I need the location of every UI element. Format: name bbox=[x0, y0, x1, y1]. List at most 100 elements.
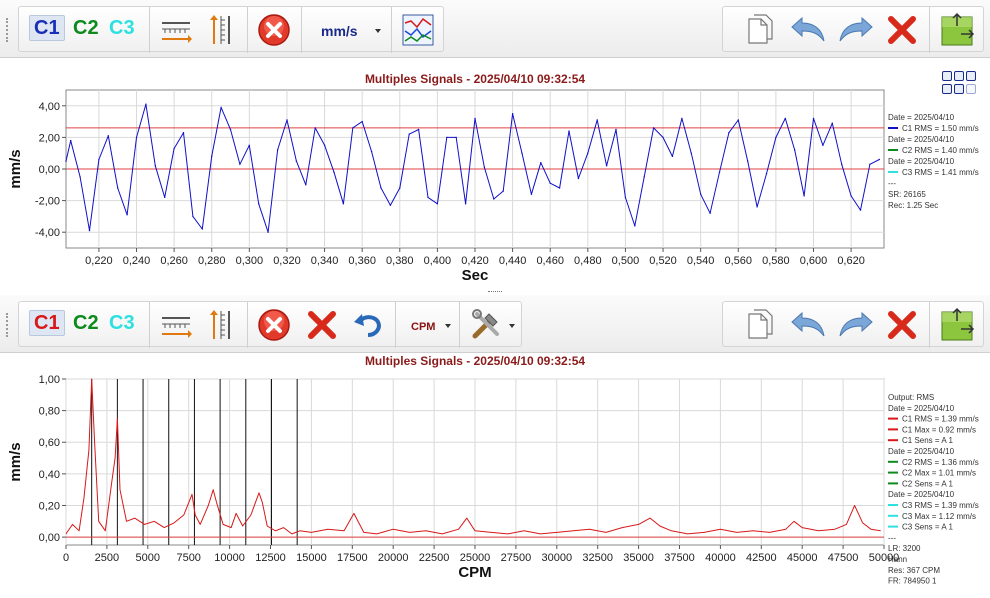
toolbar-grip[interactable] bbox=[6, 18, 12, 42]
chart-zoom-controls bbox=[942, 71, 982, 97]
data-point bbox=[521, 152, 523, 154]
chevron-down-icon bbox=[445, 324, 451, 328]
copy-button[interactable] bbox=[741, 11, 779, 49]
data-point bbox=[417, 128, 420, 131]
multi-signal-button[interactable] bbox=[399, 11, 437, 49]
legend-entry: Res: 367 CPM bbox=[888, 566, 940, 575]
data-point bbox=[530, 193, 533, 195]
toolbar-right-group bbox=[722, 6, 984, 53]
unit-dropdown[interactable]: CPM bbox=[411, 321, 435, 333]
y-tick-label: 0,80 bbox=[39, 406, 60, 418]
legend-entry: Date = 2025/04/10 bbox=[888, 447, 955, 456]
data-point bbox=[662, 136, 664, 139]
undo-button[interactable] bbox=[787, 306, 829, 344]
data-point bbox=[248, 144, 250, 146]
data-point bbox=[145, 103, 147, 105]
y-tick-label: 4,00 bbox=[39, 101, 60, 113]
data-point bbox=[164, 196, 166, 199]
data-point bbox=[295, 160, 298, 162]
zoom-out-icon[interactable] bbox=[954, 84, 964, 94]
data-point bbox=[323, 144, 326, 146]
export-button[interactable] bbox=[937, 306, 977, 344]
channel-c3-button[interactable]: C3 bbox=[109, 312, 135, 335]
data-point bbox=[577, 177, 580, 180]
x-tick-label: 0,280 bbox=[198, 255, 226, 267]
data-point bbox=[408, 133, 410, 135]
y-scale-button[interactable] bbox=[203, 306, 241, 344]
data-point bbox=[878, 158, 880, 161]
spectrum-chart[interactable]: Multiples Signals - 2025/04/10 09:32:54 0… bbox=[0, 353, 990, 598]
unit-dropdown[interactable]: mm/s bbox=[321, 23, 358, 39]
x-tick-label: 0,480 bbox=[574, 255, 602, 267]
x-tick-label: 0,320 bbox=[273, 255, 301, 267]
copy-button[interactable] bbox=[741, 306, 779, 344]
toolbar-grip[interactable] bbox=[6, 313, 12, 337]
delete-button[interactable] bbox=[883, 306, 921, 344]
data-point bbox=[549, 182, 551, 184]
zoom-reset-icon[interactable] bbox=[966, 84, 976, 94]
redo-button[interactable] bbox=[835, 306, 877, 344]
x-tick-label: 0,360 bbox=[348, 255, 376, 267]
data-point bbox=[765, 173, 768, 175]
channel-c3-button[interactable]: C3 bbox=[109, 17, 135, 40]
x-tick-label: 15000 bbox=[296, 552, 327, 564]
data-point bbox=[511, 113, 514, 115]
data-point bbox=[427, 196, 429, 199]
data-point bbox=[286, 119, 288, 121]
data-point bbox=[211, 155, 213, 158]
zoom-in-icon[interactable] bbox=[942, 84, 952, 94]
legend-entry: C1 RMS = 1.39 mm/s bbox=[902, 415, 979, 424]
data-point bbox=[643, 176, 645, 178]
x-tick-label: 0,240 bbox=[123, 255, 151, 267]
redo-icon bbox=[839, 311, 873, 337]
export-button[interactable] bbox=[937, 11, 977, 49]
delete-button[interactable] bbox=[883, 11, 921, 49]
data-point bbox=[812, 117, 815, 120]
x-tick-label: 2500 bbox=[95, 552, 119, 564]
multi-signal-icon bbox=[402, 14, 434, 46]
data-point bbox=[117, 187, 119, 189]
channel-c2-button[interactable]: C2 bbox=[73, 312, 99, 335]
data-point bbox=[182, 132, 185, 134]
spectrum-panel: Multiples Signals - 2025/04/10 09:32:54 0… bbox=[0, 353, 990, 598]
export-icon bbox=[941, 12, 975, 46]
chevron-down-icon bbox=[509, 324, 515, 328]
data-point bbox=[841, 163, 843, 165]
close-circle-button[interactable] bbox=[255, 11, 293, 49]
pause-icon[interactable] bbox=[942, 71, 952, 81]
data-point bbox=[192, 215, 194, 218]
undo-cursor-button[interactable] bbox=[349, 306, 387, 344]
chart-title: Multiples Signals - 2025/04/10 09:32:54 bbox=[365, 354, 585, 368]
x-tick-label: 0,500 bbox=[612, 255, 640, 267]
legend-entry: Output: RMS bbox=[888, 393, 934, 402]
undo-arrow-icon bbox=[354, 314, 381, 337]
x-tick-label: 7500 bbox=[176, 552, 200, 564]
legend-entry: C2 RMS = 1.40 mm/s bbox=[902, 146, 979, 155]
save-icon[interactable] bbox=[966, 71, 976, 81]
x-tick-label: 0,600 bbox=[800, 255, 828, 267]
tools-button[interactable] bbox=[467, 306, 505, 344]
splitter-handle[interactable] bbox=[488, 291, 502, 294]
pan-icon[interactable] bbox=[954, 71, 964, 81]
y-scale-button[interactable] bbox=[203, 11, 241, 49]
data-point bbox=[634, 225, 636, 227]
undo-button[interactable] bbox=[787, 11, 829, 49]
x-scale-button[interactable] bbox=[157, 11, 195, 49]
channel-c2-button[interactable]: C2 bbox=[73, 17, 99, 40]
channel-c1-button[interactable]: C1 bbox=[29, 15, 65, 41]
delete-icon bbox=[888, 311, 916, 339]
time-waveform-chart[interactable]: Multiples Signals - 2025/04/10 09:32:54 0… bbox=[0, 58, 990, 290]
delete-cursor-button[interactable] bbox=[303, 306, 341, 344]
close-circle-button[interactable] bbox=[255, 306, 293, 344]
data-point bbox=[220, 106, 222, 109]
data-point bbox=[455, 136, 457, 139]
data-point bbox=[747, 160, 749, 162]
legend-entry: C3 Sens = A 1 bbox=[902, 523, 953, 532]
x-tick-label: 37500 bbox=[664, 552, 695, 564]
channel-c1-button[interactable]: C1 bbox=[29, 310, 65, 336]
x-scale-button[interactable] bbox=[157, 306, 195, 344]
redo-button[interactable] bbox=[835, 11, 877, 49]
data-point bbox=[154, 165, 156, 167]
data-point bbox=[70, 139, 72, 142]
x-tick-label: 0,440 bbox=[499, 255, 527, 267]
